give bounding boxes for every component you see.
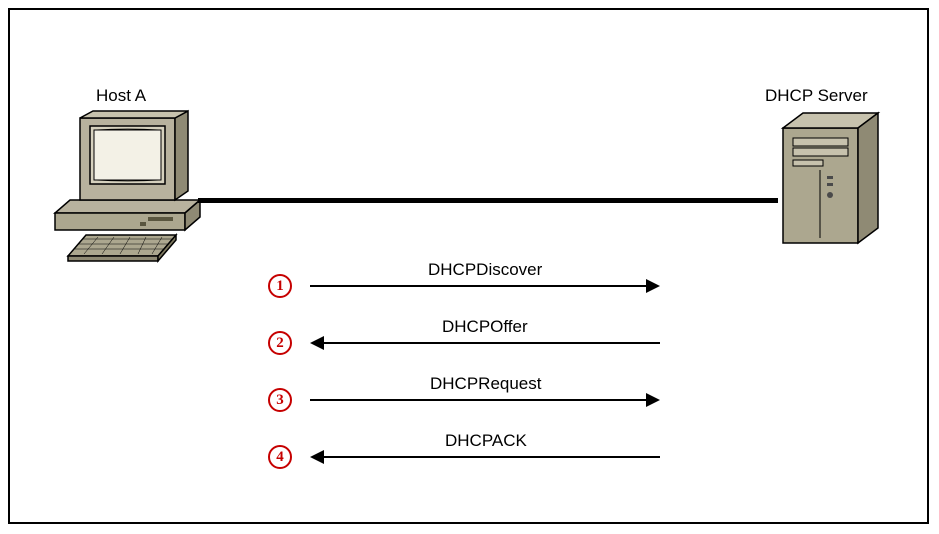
step-1-label: DHCPDiscover [428, 260, 542, 280]
step-4-label: DHCPACK [445, 431, 527, 451]
step-1-circle: 1 [268, 274, 292, 298]
step-1-arrow [310, 285, 646, 287]
step-2-arrow [324, 342, 660, 344]
diagram-frame: Host A DHCP Server [8, 8, 929, 524]
step-4-circle: 4 [268, 445, 292, 469]
step-2-circle: 2 [268, 331, 292, 355]
computer-icon [40, 108, 210, 268]
step-3-circle: 3 [268, 388, 292, 412]
dhcp-server-label: DHCP Server [765, 86, 868, 106]
step-2-label: DHCPOffer [442, 317, 528, 337]
step-1-arrowhead-icon [646, 279, 660, 293]
step-4-arrow [324, 456, 660, 458]
step-3-arrow [310, 399, 646, 401]
server-icon [775, 110, 890, 255]
step-3-label: DHCPRequest [430, 374, 542, 394]
step-2-arrowhead-icon [310, 336, 324, 350]
step-4-arrowhead-icon [310, 450, 324, 464]
step-3-arrowhead-icon [646, 393, 660, 407]
network-cable [198, 198, 778, 203]
host-a-label: Host A [96, 86, 146, 106]
